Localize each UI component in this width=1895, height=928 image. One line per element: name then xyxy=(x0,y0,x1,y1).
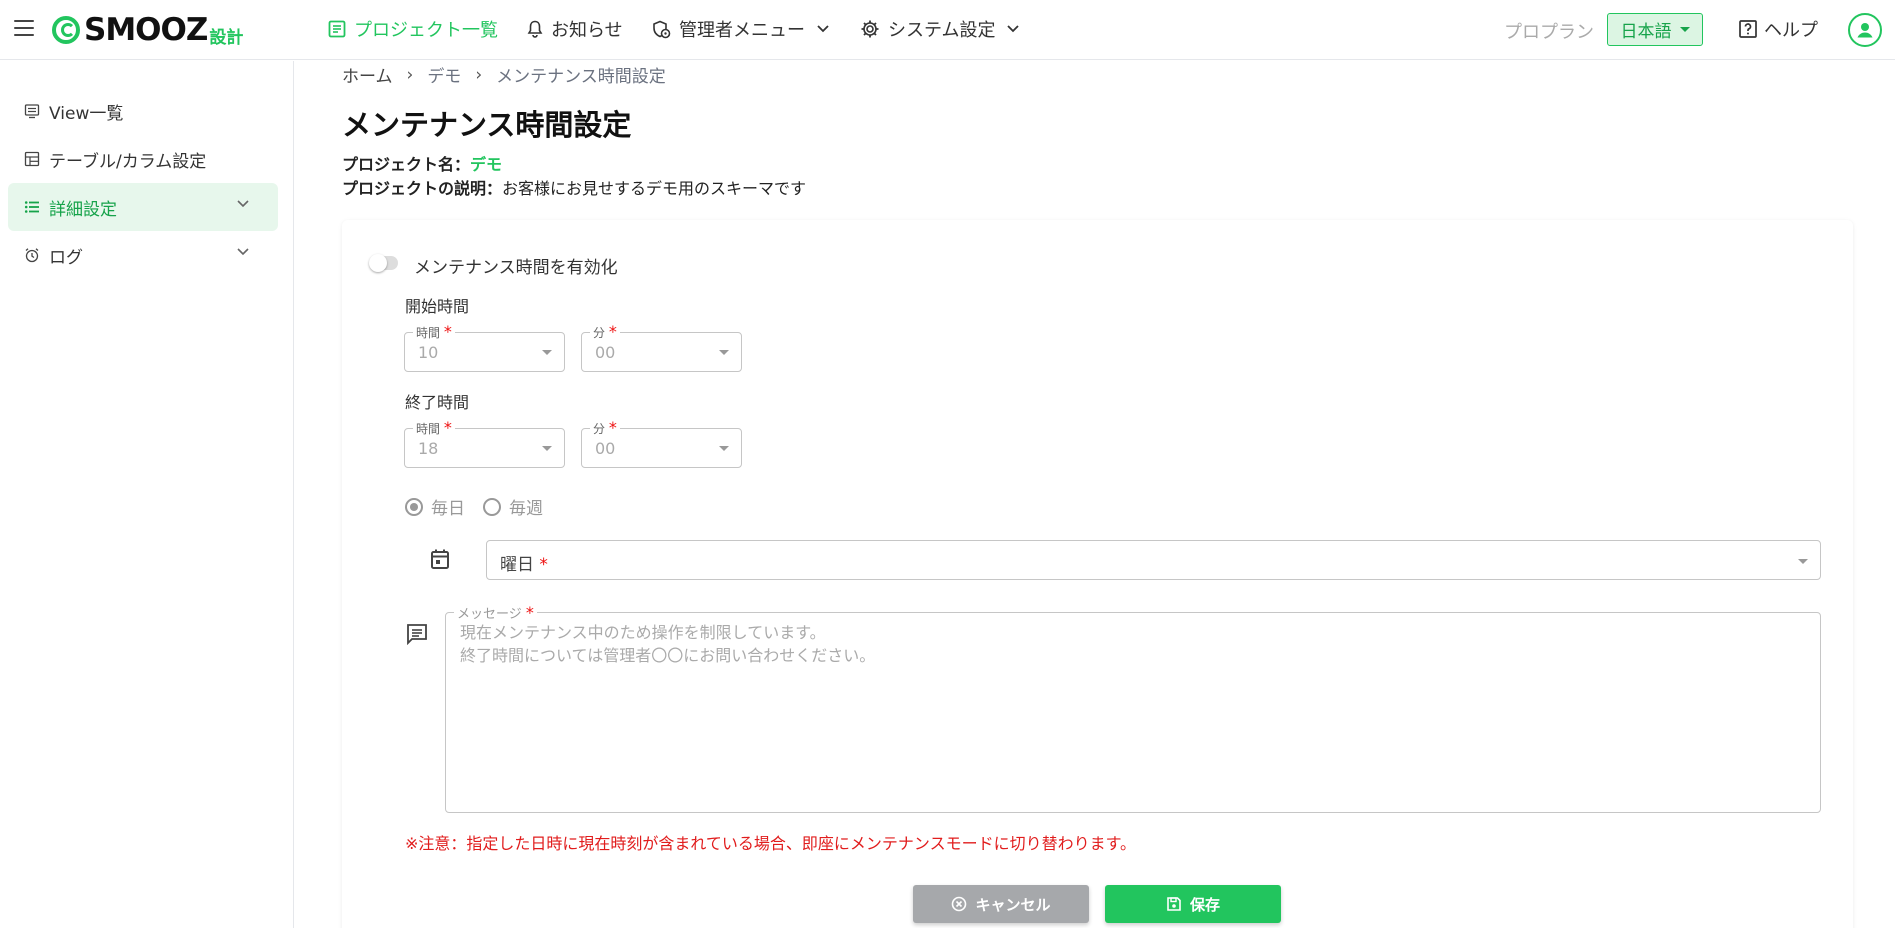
hamburger-menu-icon[interactable] xyxy=(14,20,34,36)
help-icon xyxy=(1739,20,1757,38)
field-legend: 分 * xyxy=(590,324,620,341)
breadcrumb-home[interactable]: ホーム xyxy=(342,62,393,87)
language-select[interactable]: 日本語 xyxy=(1607,13,1703,46)
radio-weekly-label: 毎週 xyxy=(509,499,543,519)
field-legend: メッセージ * xyxy=(454,603,537,622)
message-icon xyxy=(407,624,427,645)
caret-down-icon xyxy=(1679,27,1690,32)
end-hour-select[interactable]: 時間 * 18 xyxy=(404,420,565,468)
cancel-button-label: キャンセル xyxy=(975,895,1051,914)
project-desc-label: プロジェクトの説明： xyxy=(342,179,503,198)
end-minute-value: 00 xyxy=(595,439,616,458)
caret-down-icon xyxy=(542,350,552,355)
plan-label: プロプラン xyxy=(1504,22,1594,43)
start-minute-value: 00 xyxy=(595,343,616,362)
message-textarea[interactable]: メッセージ * 現在メンテナンス中のため操作を制限しています。 終了時間について… xyxy=(445,603,1821,813)
logo-sub: 設計 xyxy=(209,27,244,48)
page-title: メンテナンス時間設定 xyxy=(342,108,632,142)
gear-icon xyxy=(861,20,879,38)
save-button-label: 保存 xyxy=(1189,895,1220,914)
nav-project-list-label: プロジェクト一覧 xyxy=(354,20,498,41)
sidebar-item-label: 詳細設定 xyxy=(49,199,117,220)
sidebar-item-label: テーブル/カラム設定 xyxy=(49,151,207,172)
warning-text: ※注意：指定した日時に現在時刻が含まれている場合、即座にメンテナンスモードに切り… xyxy=(405,834,1137,853)
start-hour-value: 10 xyxy=(418,343,439,362)
language-label: 日本語 xyxy=(1620,22,1672,42)
frequency-radio-group: 毎日 毎週 xyxy=(405,494,543,519)
sidebar-item-detail-settings[interactable]: 詳細設定 xyxy=(8,183,278,231)
weekday-select[interactable]: 曜日 * xyxy=(486,540,1821,580)
view-list-icon xyxy=(24,104,40,119)
maintenance-toggle-label: メンテナンス時間を有効化 xyxy=(414,258,618,278)
project-name: デモ xyxy=(470,155,503,174)
cancel-button[interactable]: キャンセル xyxy=(913,885,1089,923)
logo-text: SMOOZ xyxy=(84,12,208,48)
project-name-line: プロジェクト名：デモ xyxy=(342,151,502,175)
caret-down-icon xyxy=(1798,559,1808,564)
radio-weekly[interactable] xyxy=(483,497,501,516)
logo[interactable]: SMOOZ 設計 xyxy=(52,10,243,50)
start-minute-select[interactable]: 分 * 00 xyxy=(581,324,742,372)
user-avatar-icon[interactable] xyxy=(1848,13,1882,47)
sidebar-item-table-column[interactable]: テーブル/カラム設定 xyxy=(8,135,278,183)
field-legend: 時間 * xyxy=(413,420,455,437)
start-time-label: 開始時間 xyxy=(405,297,470,316)
start-hour-select[interactable]: 時間 * 10 xyxy=(404,324,565,372)
logo-mark-icon xyxy=(52,16,80,44)
project-name-label: プロジェクト名： xyxy=(342,155,471,174)
radio-daily[interactable] xyxy=(405,497,423,516)
caret-down-icon xyxy=(542,446,552,451)
chevron-down-icon xyxy=(817,25,829,33)
nav-system-settings-label: システム設定 xyxy=(888,20,996,41)
top-bar: SMOOZ 設計 プロジェクト一覧 お知らせ 管理者メニュー システム設定 プロ… xyxy=(0,0,1895,60)
radio-daily-label: 毎日 xyxy=(431,499,465,519)
nav-system-settings[interactable]: システム設定 xyxy=(860,16,1027,42)
end-minute-select[interactable]: 分 * 00 xyxy=(581,420,742,468)
help-label: ヘルプ xyxy=(1764,20,1818,41)
list-icon xyxy=(24,201,39,213)
chevron-down-icon xyxy=(237,200,249,208)
sidebar-item-view-list[interactable]: View一覧 xyxy=(8,87,278,135)
end-hour-value: 18 xyxy=(418,439,439,458)
breadcrumb-separator: › xyxy=(406,64,414,85)
nav-notifications[interactable]: お知らせ xyxy=(527,16,623,42)
sidebar-item-label: View一覧 xyxy=(49,103,124,124)
save-button[interactable]: 保存 xyxy=(1105,885,1281,923)
nav-project-list[interactable]: プロジェクト一覧 xyxy=(328,16,498,42)
alarm-clock-icon xyxy=(25,248,39,263)
sidebar: View一覧 テーブル/カラム設定 詳細設定 ログ xyxy=(0,61,294,928)
maintenance-toggle[interactable] xyxy=(369,254,398,272)
calendar-icon xyxy=(431,549,449,569)
admin-shield-icon xyxy=(653,20,671,38)
chevron-down-icon xyxy=(237,248,249,256)
field-legend: 時間 * xyxy=(413,324,455,341)
caret-down-icon xyxy=(719,350,729,355)
message-text: 現在メンテナンス中のため操作を制限しています。 終了時間については管理者〇〇にお… xyxy=(460,623,876,665)
nav-admin-menu[interactable]: 管理者メニュー xyxy=(652,16,837,42)
project-desc: お客様にお見せするデモ用のスキーマです xyxy=(502,179,807,198)
project-desc-line: プロジェクトの説明：お客様にお見せするデモ用のスキーマです xyxy=(342,175,806,199)
breadcrumb-separator: › xyxy=(475,64,483,85)
end-time-label: 終了時間 xyxy=(405,393,470,412)
nav-notifications-label: お知らせ xyxy=(551,20,623,41)
caret-down-icon xyxy=(719,446,729,451)
breadcrumb: ホーム › デモ › メンテナンス時間設定 xyxy=(342,62,666,88)
help-link[interactable]: ヘルプ xyxy=(1738,16,1818,42)
breadcrumb-project[interactable]: デモ xyxy=(427,62,461,87)
breadcrumb-current: メンテナンス時間設定 xyxy=(496,67,666,87)
bell-icon xyxy=(527,20,543,38)
sidebar-item-label: ログ xyxy=(49,247,83,268)
sidebar-item-log[interactable]: ログ xyxy=(8,231,278,279)
weekday-placeholder: 曜日 * xyxy=(500,555,548,575)
chevron-down-icon xyxy=(1007,25,1020,33)
cancel-circle-icon xyxy=(952,896,967,912)
save-icon xyxy=(1167,897,1181,911)
field-legend: 分 * xyxy=(590,420,620,437)
project-list-icon xyxy=(328,20,346,38)
table-icon xyxy=(24,151,40,167)
nav-admin-menu-label: 管理者メニュー xyxy=(679,20,805,41)
